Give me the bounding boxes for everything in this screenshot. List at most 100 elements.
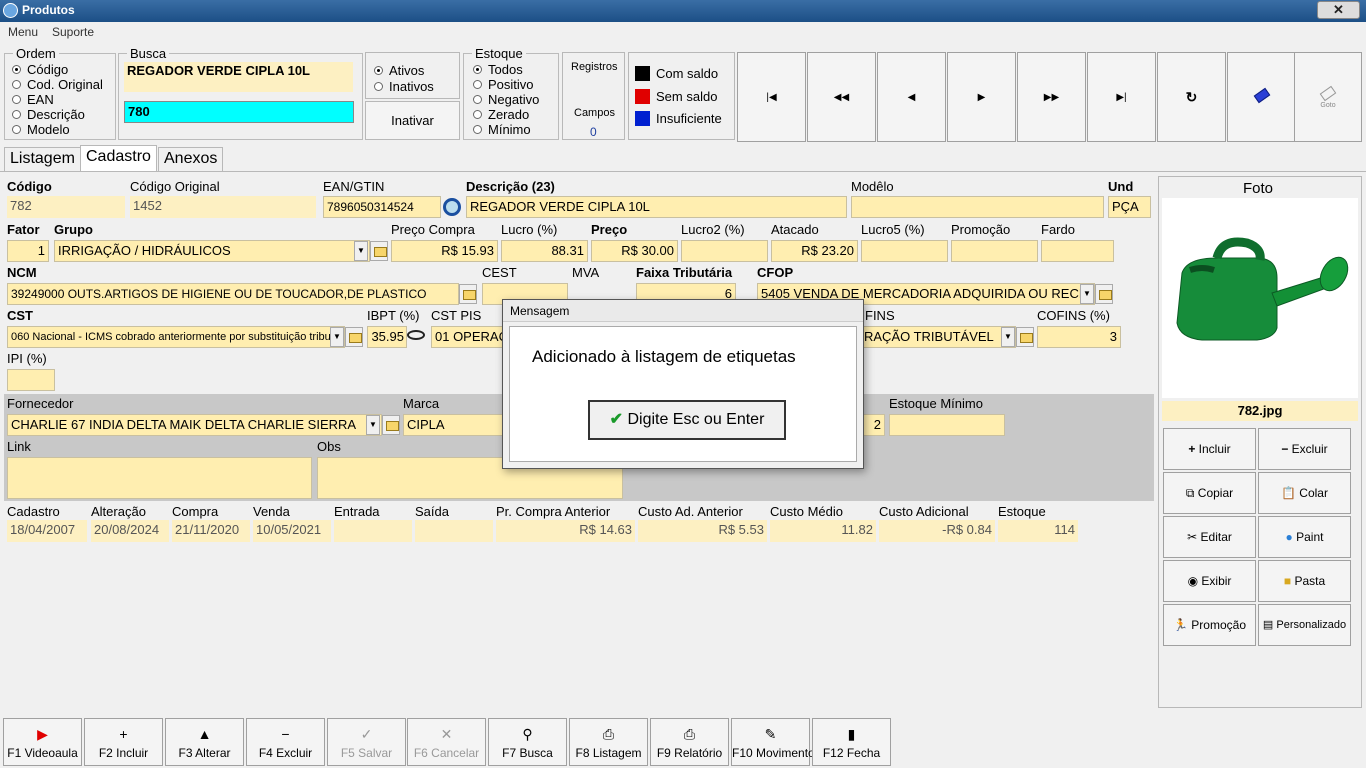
lucro2-field[interactable] [681,240,768,262]
ibpt-eye-icon[interactable] [407,330,425,340]
fornecedor-folder-icon[interactable] [382,415,400,435]
lucro-field[interactable]: 88.31 [501,240,588,262]
estoque-zerado-radio[interactable]: Zerado [473,107,529,122]
cst-dropdown-icon[interactable]: ▼ [330,327,344,347]
estoque-negativo-radio[interactable]: Negativo [473,92,539,107]
cofins-folder-icon[interactable] [1016,327,1034,347]
fornecedor-dropdown-icon[interactable]: ▼ [366,415,380,435]
fkey-button[interactable]: ⎙ F9 Relatório [650,718,729,766]
ipi-field[interactable] [7,369,55,391]
ordem-modelo-radio[interactable]: Modelo [12,122,70,137]
estoque-partial-field[interactable]: 2 [862,414,885,436]
und-field[interactable]: PÇA [1108,196,1151,218]
fornecedor-select[interactable]: CHARLIE 67 INDIA DELTA MAIK DELTA CHARLI… [7,414,382,436]
photo-colar-button[interactable]: 📋 Colar [1258,472,1351,514]
preco-field[interactable]: R$ 30.00 [591,240,678,262]
close-button[interactable]: ✕ [1317,1,1360,19]
lucro5-field[interactable] [861,240,948,262]
tab-listagem[interactable]: Listagem [4,147,81,171]
photo-paint-button[interactable]: ● Paint [1258,516,1351,558]
photo-exibir-button[interactable]: ◉ Exibir [1163,560,1256,602]
fkey-label: F8 Listagem [575,746,642,760]
tab-cadastro[interactable]: Cadastro [80,145,157,171]
photo-pasta-button[interactable]: ■ Pasta [1258,560,1351,602]
photo-promocao-button[interactable]: 🏃 Promoção [1163,604,1256,646]
grupo-dropdown-icon[interactable]: ▼ [354,241,368,261]
atacado-field[interactable]: R$ 23.20 [771,240,858,262]
cofins-field[interactable]: 3 [1037,326,1121,348]
product-photo[interactable] [1162,198,1358,398]
goto-button[interactable]: Goto [1294,52,1362,142]
cofins-cst-select[interactable]: RAÇÃO TRIBUTÁVEL [860,326,1016,348]
ordem-ean-radio[interactable]: EAN [12,92,54,107]
preco-compra-field[interactable]: R$ 15.93 [391,240,498,262]
fkey-button[interactable]: ⎙ F8 Listagem [569,718,648,766]
estoque-minimo-radio[interactable]: Mínimo [473,122,531,137]
folder-icon: ■ [1283,574,1292,588]
next-icon: ▶ [977,92,986,103]
previous-record-button[interactable]: ◀ [877,52,946,142]
grupo-select[interactable]: IRRIGAÇÃO / HIDRÁULICOS [54,240,370,262]
fkey-button[interactable]: ⚲ F7 Busca [488,718,567,766]
eraser-button[interactable] [1227,52,1296,142]
fkey-button[interactable]: ▶ F1 Videoaula [3,718,82,766]
cfop-dropdown-icon[interactable]: ▼ [1080,284,1094,304]
fkey-button[interactable]: ▮ F12 Fecha [812,718,891,766]
tab-anexos[interactable]: Anexos [158,147,224,171]
menu-item-menu[interactable]: Menu [8,25,38,39]
search-input[interactable]: 780 [124,101,354,123]
grupo-folder-icon[interactable] [370,241,388,261]
fardo-field[interactable] [1041,240,1114,262]
promocao-field[interactable] [951,240,1038,262]
photo-incluir-button[interactable]: + Incluir [1163,428,1256,470]
fkey-button[interactable]: ✕ F6 Cancelar [407,718,486,766]
fkey-button[interactable]: ▲ F3 Alterar [165,718,244,766]
cst-label: CST [7,308,33,323]
ncm-field[interactable]: 39249000 OUTS.ARTIGOS DE HIGIENE OU DE T… [7,283,459,305]
last-record-button[interactable]: ▶| [1087,52,1156,142]
menu-item-suporte[interactable]: Suporte [52,25,94,39]
fkey-button[interactable]: − F4 Excluir [246,718,325,766]
estoque-minimo-field[interactable] [889,414,1005,436]
fkey-button[interactable]: ✓ F5 Salvar [327,718,406,766]
inativar-button[interactable]: Inativar [365,101,460,140]
fator-field[interactable]: 1 [7,240,49,262]
fkey-label: F2 Incluir [98,746,149,760]
ordem-descricao-radio[interactable]: Descrição [12,107,85,122]
first-record-button[interactable]: |◀ [737,52,806,142]
link-field[interactable] [7,457,312,499]
estoque-todos-radio[interactable]: Todos [473,62,523,77]
photo-editar-button[interactable]: ✂ Editar [1163,516,1256,558]
photo-personalizado-button[interactable]: ▤ Personalizado [1258,604,1351,646]
ncm-folder-icon[interactable] [459,284,477,304]
ordem-codigo-radio[interactable]: Código [12,62,68,77]
refresh-button[interactable]: ↻ [1157,52,1226,142]
photo-excluir-button[interactable]: − Excluir [1258,428,1351,470]
cst-folder-icon[interactable] [345,327,363,347]
modelo-field[interactable] [851,196,1104,218]
rewind-icon: ◀◀ [833,92,850,103]
ordem-codorig-radio[interactable]: Cod. Original [12,77,103,92]
fkey-button[interactable]: ✎ F10 Movimento [731,718,815,766]
cst-pis-select[interactable]: 01 OPERAÇÃO TRIBUTÁVEL [431,326,505,348]
rewind-button[interactable]: ◀◀ [807,52,876,142]
message-dialog: Mensagem Adicionado à listagem de etique… [502,299,864,469]
photo-copiar-button[interactable]: ⧉ Copiar [1163,472,1256,514]
marca-select[interactable]: CIPLA [403,414,503,436]
fast-forward-button[interactable]: ▶▶ [1017,52,1086,142]
cst-select[interactable]: 060 Nacional - ICMS cobrado anteriorment… [7,326,345,348]
next-record-button[interactable]: ▶ [947,52,1016,142]
descricao-field[interactable]: REGADOR VERDE CIPLA 10L [466,196,847,218]
ean-field[interactable]: 7896050314524 [323,196,441,218]
ativos-radio[interactable]: Ativos [374,63,424,78]
ibpt-field[interactable]: 35.95 [367,326,407,348]
fkey-button[interactable]: + F2 Incluir [84,718,163,766]
cofins-dropdown-icon[interactable]: ▼ [1001,327,1015,347]
ibpt-label: IBPT (%) [367,308,420,323]
cfop-folder-icon[interactable] [1095,284,1113,304]
ean-search-icon[interactable] [443,198,461,216]
dialog-ok-button[interactable]: ✔ Digite Esc ou Enter [588,400,786,440]
inativos-radio[interactable]: Inativos [374,79,434,94]
history-label: Estoque [998,504,1046,519]
estoque-positivo-radio[interactable]: Positivo [473,77,534,92]
